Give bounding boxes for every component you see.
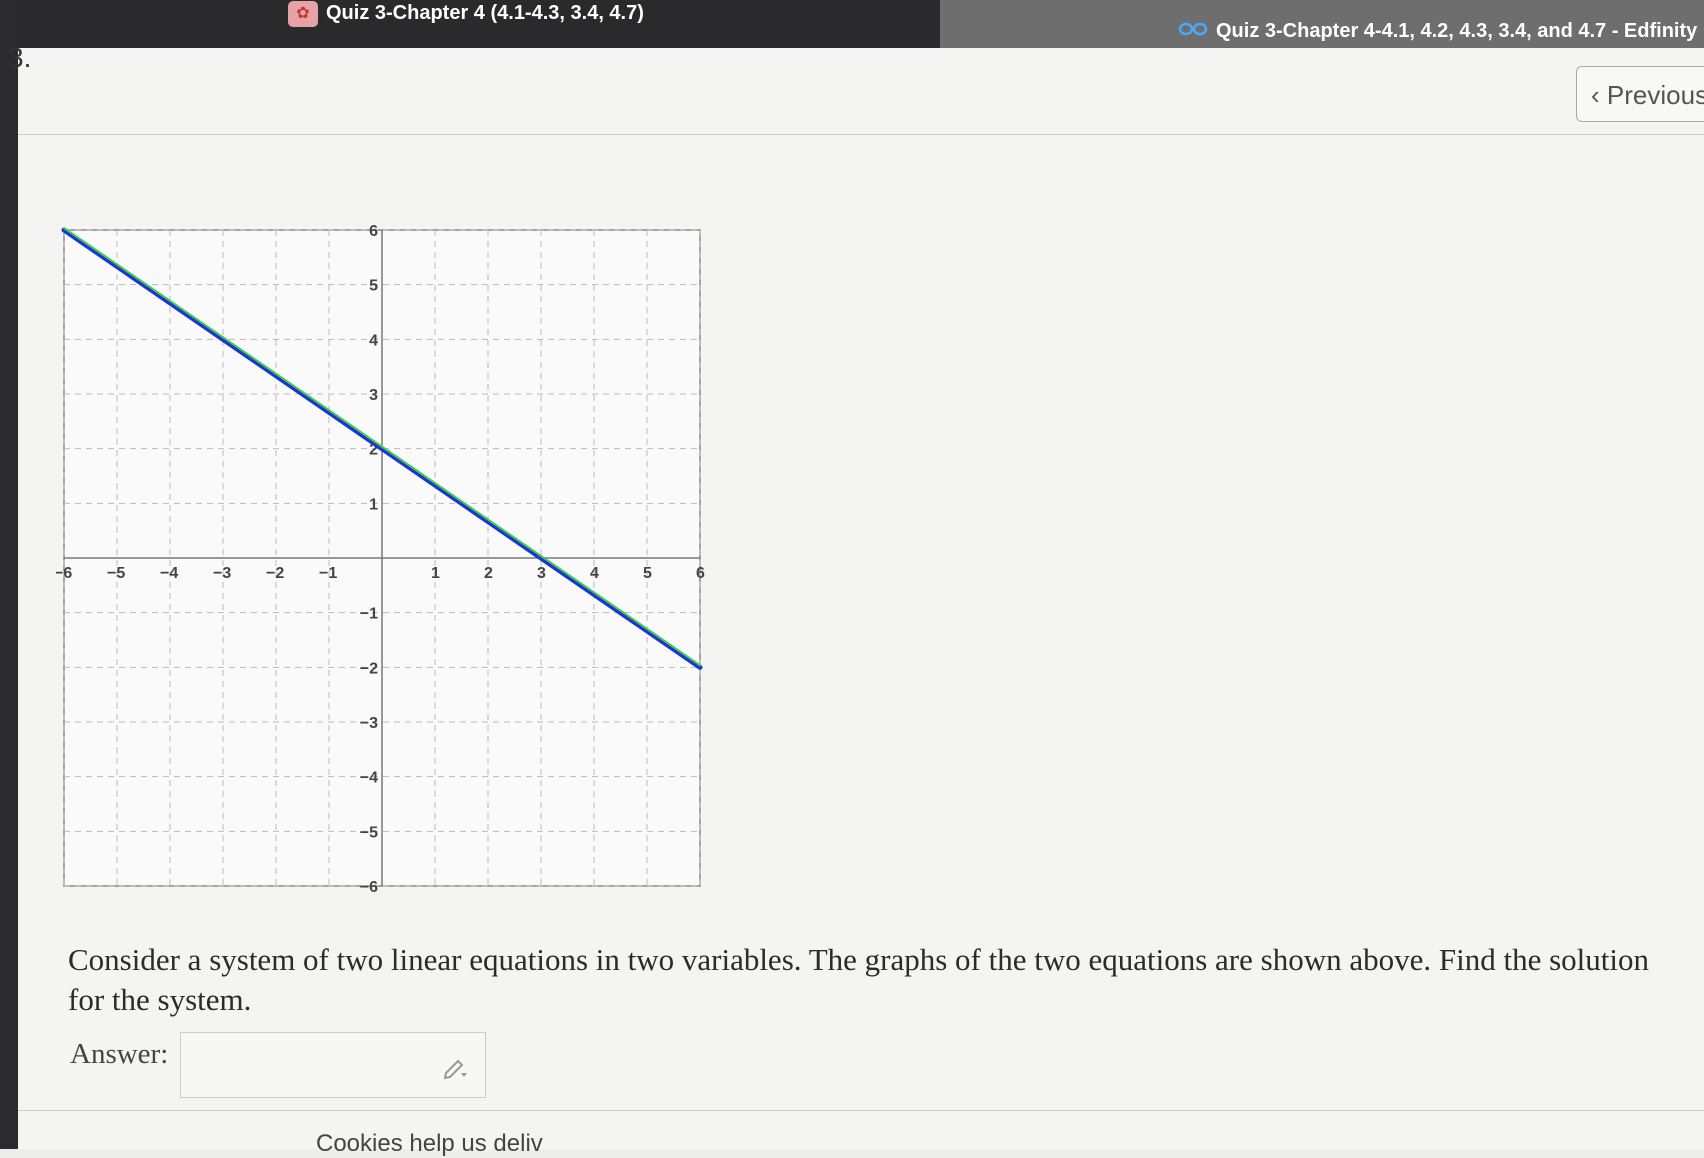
- y-tick-label: −6: [360, 879, 378, 894]
- y-tick-label: −4: [360, 770, 378, 787]
- answer-input[interactable]: [181, 1033, 485, 1097]
- tab-quiz-left[interactable]: ✿ Quiz 3-Chapter 4 (4.1-4.3, 3.4, 4.7): [0, 0, 940, 46]
- y-tick-label: −1: [360, 606, 378, 623]
- x-tick-label: 5: [643, 565, 652, 582]
- infinity-icon: [1178, 22, 1208, 36]
- answer-field[interactable]: [180, 1032, 486, 1098]
- previous-button-label: Previous: [1606, 80, 1704, 110]
- app-favicon-icon: ✿: [288, 1, 318, 27]
- x-tick-label: −6: [56, 565, 72, 582]
- x-tick-label: −1: [319, 565, 337, 582]
- x-tick-label: −4: [160, 565, 178, 582]
- answer-label: Answer:: [70, 1038, 169, 1070]
- y-tick-label: 1: [369, 496, 378, 513]
- x-tick-label: 6: [696, 565, 705, 582]
- x-tick-label: −2: [266, 565, 284, 582]
- tab-title-right: Quiz 3-Chapter 4-4.1, 4.2, 4.3, 3.4, and…: [1216, 20, 1698, 42]
- cookie-banner-text: Cookies help us deliv: [316, 1130, 543, 1157]
- divider-top: [18, 134, 1704, 135]
- y-tick-label: −5: [360, 824, 378, 841]
- divider-bottom: [18, 1110, 1704, 1111]
- tab-title-left: Quiz 3-Chapter 4 (4.1-4.3, 3.4, 4.7): [326, 2, 644, 24]
- x-tick-label: −3: [213, 565, 231, 582]
- x-tick-label: 4: [590, 565, 599, 582]
- question-number: 3.: [8, 42, 32, 73]
- screen-bezel: [0, 0, 18, 1149]
- x-tick-label: 2: [484, 565, 493, 582]
- x-tick-label: 3: [537, 565, 546, 582]
- browser-tab-bar: ✿ Quiz 3-Chapter 4 (4.1-4.3, 3.4, 4.7) Q…: [0, 0, 1704, 56]
- y-tick-label: 6: [369, 223, 378, 240]
- previous-button[interactable]: ‹ Previous: [1576, 66, 1704, 122]
- x-tick-label: 1: [431, 565, 440, 582]
- system-graph: −6 −5 −4 −3 −2 −1 1 2 3 4 5 6−6−5−4−3−2−1123456: [56, 223, 705, 894]
- y-tick-label: −3: [360, 715, 378, 732]
- y-tick-label: 5: [369, 278, 378, 295]
- y-tick-label: 3: [369, 387, 378, 404]
- y-tick-label: −2: [360, 660, 378, 677]
- question-text: Consider a system of two linear equation…: [68, 942, 1649, 1017]
- chevron-left-icon: ‹: [1591, 80, 1600, 110]
- y-tick-label: 4: [369, 332, 378, 349]
- x-tick-label: −5: [107, 565, 125, 582]
- pencil-icon[interactable]: [441, 1053, 469, 1081]
